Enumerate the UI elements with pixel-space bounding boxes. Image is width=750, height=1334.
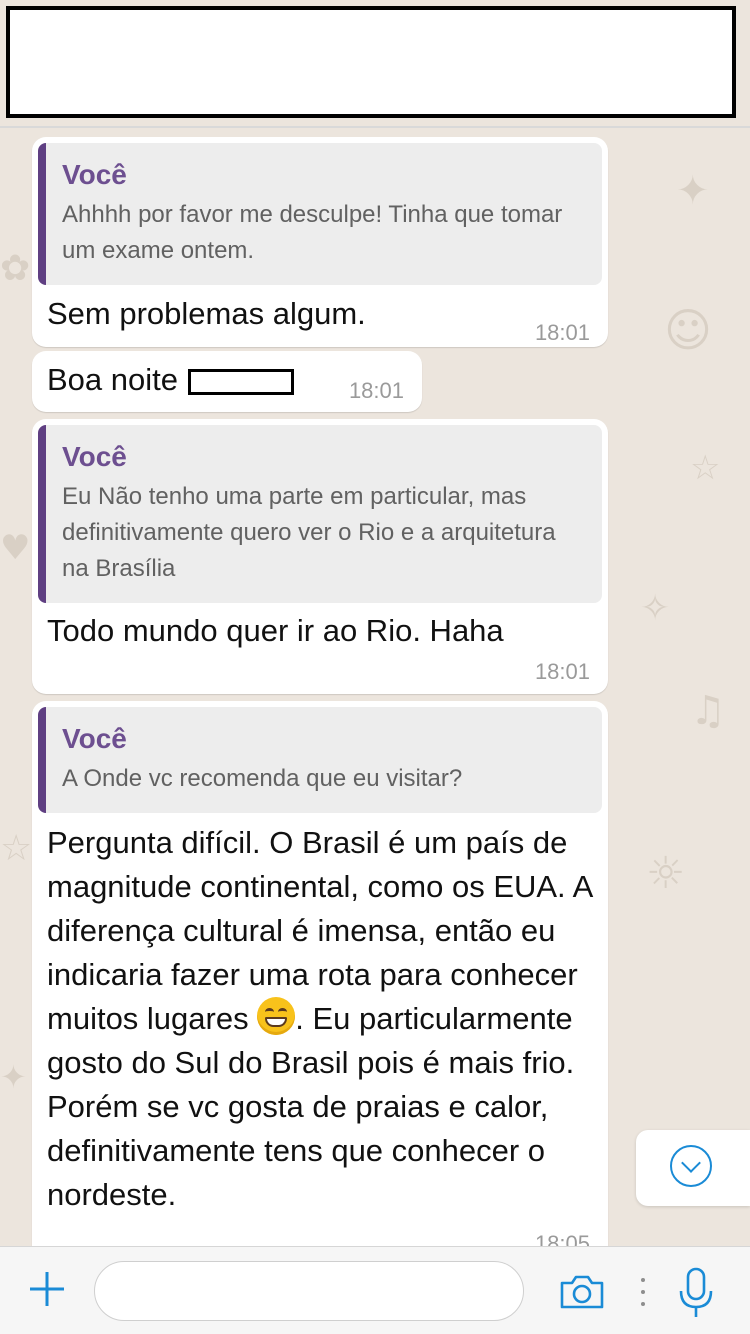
grinning-emoji-icon [257, 997, 296, 1035]
message-bubble[interactable]: Você A Onde vc recomenda que eu visitar?… [32, 701, 608, 1246]
message-time: 18:01 [534, 659, 590, 684]
quote-text: A Onde vc recomenda que eu visitar? [62, 765, 463, 792]
doodle-icon: ✦ [0, 1058, 27, 1096]
doodle-icon: ✧ [640, 588, 671, 629]
doodle-icon: ✿ [0, 248, 31, 289]
message-text: Boa noite [47, 358, 294, 402]
quoted-message[interactable]: Você Ahhhh por favor me desculpe! Tinha … [38, 143, 602, 285]
message-input[interactable] [94, 1261, 524, 1321]
doodle-icon: ☆ [690, 448, 721, 488]
input-toolbar [0, 1246, 750, 1334]
camera-icon[interactable] [558, 1273, 606, 1311]
message-bubble[interactable]: Você Ahhhh por favor me desculpe! Tinha … [32, 137, 608, 347]
quoted-message[interactable]: Você A Onde vc recomenda que eu visitar? [38, 707, 602, 813]
message-text: Pergunta difícil. O Brasil é um país de … [47, 821, 595, 1217]
message-text: Sem problemas algum. [47, 296, 366, 331]
scroll-to-bottom-button[interactable] [636, 1130, 750, 1206]
message-text-content: Boa noite [47, 362, 178, 397]
doodle-icon: ✦ [676, 168, 710, 214]
message-bubble[interactable]: Você Eu Não tenho uma parte em particula… [32, 419, 608, 694]
doodle-icon: ☼ [646, 848, 686, 899]
quote-text: Eu Não tenho uma parte em particular, ma… [62, 483, 556, 582]
quote-text: Ahhhh por favor me desculpe! Tinha que t… [62, 201, 563, 264]
plus-icon[interactable] [28, 1270, 66, 1308]
message-text: Todo mundo quer ir ao Rio. Haha [47, 613, 504, 648]
doodle-icon: ☆ [0, 828, 33, 869]
message-time: 18:05 [534, 1231, 590, 1246]
vertical-dots-icon[interactable] [640, 1277, 646, 1307]
microphone-icon[interactable] [678, 1267, 714, 1319]
message-time: 18:01 [348, 378, 404, 403]
doodle-icon: ♥ [0, 528, 31, 568]
quote-author: Você [62, 441, 127, 472]
chevron-down-circle-icon [670, 1145, 712, 1187]
quoted-message[interactable]: Você Eu Não tenho uma parte em particula… [38, 425, 602, 603]
doodle-icon: ♫ [690, 688, 726, 734]
redacted-header [6, 6, 736, 118]
redacted-name [188, 368, 294, 395]
quote-author: Você [62, 723, 127, 754]
message-time: 18:01 [534, 320, 590, 345]
quote-author: Você [62, 159, 127, 190]
chat-area[interactable]: ✦ ☺ ☆ ✧ ♫ ☼ ✿ ♥ ☆ ✦ Você Ahhhh por favor… [0, 128, 750, 1246]
message-bubble[interactable]: Boa noite 18:01 [32, 351, 422, 412]
doodle-icon: ☺ [664, 303, 712, 357]
